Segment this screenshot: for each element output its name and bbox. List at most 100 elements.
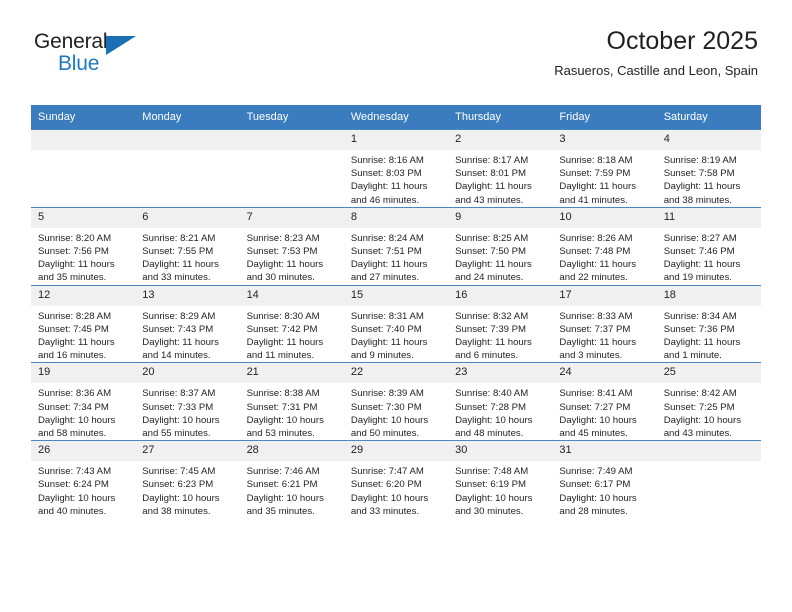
logo-text-general: General — [34, 30, 108, 53]
day-number: 22 — [343, 363, 449, 384]
calendar-day-cell[interactable]: 24 Sunrise: 8:41 AM Sunset: 7:27 PM Dayligh… — [552, 362, 657, 441]
daylight-text-line2: and 40 minutes. — [38, 505, 107, 517]
calendar-day-cell[interactable]: 10 Sunrise: 8:26 AM Sunset: 7:48 PM Dayligh… — [552, 206, 657, 286]
sunset-text: Sunset: 7:48 PM — [559, 246, 631, 258]
sunrise-text: Sunrise: 8:19 AM — [663, 155, 737, 166]
calendar-day-cell[interactable]: 25 Sunrise: 8:42 AM Sunset: 7:25 PM Dayligh… — [656, 362, 761, 441]
calendar-day-cell[interactable]: 19 Sunrise: 8:36 AM Sunset: 7:34 PM Dayligh… — [31, 362, 136, 441]
sunrise-text: Sunrise: 8:26 AM — [559, 232, 633, 244]
calendar-day-cell[interactable]: 27 Sunrise: 7:45 AM Sunset: 6:23 PM Dayligh… — [135, 440, 240, 519]
calendar-day-cell[interactable]: 2 Sunrise: 8:17 AM Sunset: 8:01 PM Daylight… — [448, 129, 553, 208]
day-number: 31 — [552, 441, 657, 462]
daylight-text-line1: Daylight: 10 hours — [455, 414, 533, 426]
calendar-day-cell[interactable]: 22 Sunrise: 8:39 AM Sunset: 7:30 PM Dayligh… — [343, 362, 449, 441]
calendar-day-cell[interactable]: 11 Sunrise: 8:27 AM Sunset: 7:46 PM Dayligh… — [656, 206, 761, 286]
sunset-text: Sunset: 6:21 PM — [246, 479, 318, 491]
sunrise-text: Sunrise: 7:46 AM — [246, 466, 320, 478]
sunrise-text: Sunrise: 8:18 AM — [559, 155, 633, 166]
sunset-text: Sunset: 7:58 PM — [663, 168, 735, 180]
sunset-text: Sunset: 6:20 PM — [350, 479, 422, 491]
day-details: Sunrise: 8:16 AM Sunset: 8:03 PM Daylight:… — [344, 150, 448, 207]
calendar-page: General Blue October 2025 Rasueros, Cast… — [0, 0, 792, 612]
logo-triangle-icon — [106, 36, 136, 55]
calendar-day-cell[interactable]: 20 Sunrise: 8:37 AM Sunset: 7:33 PM Dayligh… — [135, 362, 240, 441]
daylight-text-line2: and 35 minutes. — [246, 505, 315, 517]
calendar-day-cell[interactable]: 8 Sunrise: 8:24 AM Sunset: 7:51 PM Daylight… — [343, 206, 449, 286]
day-number: 4 — [656, 130, 761, 150]
calendar-day-cell[interactable]: 1 Sunrise: 8:16 AM Sunset: 8:03 PM Daylight… — [343, 129, 449, 208]
calendar-day-cell[interactable]: 3 Sunrise: 8:18 AM Sunset: 7:59 PM Daylight… — [552, 129, 657, 208]
general-blue-logo[interactable]: General Blue — [34, 30, 154, 78]
calendar-day-cell[interactable]: 18 Sunrise: 8:34 AM Sunset: 7:36 PM Dayligh… — [656, 284, 761, 363]
title-block: October 2025 Rasueros, Castille and Leon… — [554, 26, 758, 80]
day-number: 26 — [31, 441, 136, 462]
day-details: Sunrise: 8:41 AM Sunset: 7:27 PM Daylight:… — [552, 383, 656, 440]
daylight-text-line1: Daylight: 11 hours — [455, 337, 532, 349]
day-details: Sunrise: 8:32 AM Sunset: 7:39 PM Daylight:… — [448, 306, 552, 363]
calendar-day-cell[interactable]: 15 Sunrise: 8:31 AM Sunset: 7:40 PM Dayligh… — [343, 284, 449, 363]
calendar-day-cell[interactable]: 13 Sunrise: 8:29 AM Sunset: 7:43 PM Dayligh… — [135, 284, 240, 363]
calendar-day-cell[interactable]: 7 Sunrise: 8:23 AM Sunset: 7:53 PM Daylight… — [239, 206, 344, 286]
daylight-text-line1: Daylight: 10 hours — [142, 492, 220, 504]
daylight-text-line1: Daylight: 11 hours — [663, 337, 741, 349]
daylight-text-line1: Daylight: 11 hours — [455, 259, 532, 271]
day-number: 27 — [135, 441, 240, 462]
day-number: 17 — [552, 285, 657, 306]
daylight-text-line1: Daylight: 10 hours — [350, 414, 429, 426]
daylight-text-line2: and 55 minutes. — [142, 428, 211, 440]
sunset-text: Sunset: 6:19 PM — [455, 479, 527, 491]
calendar-day-cell[interactable]: 16 Sunrise: 8:32 AM Sunset: 7:39 PM Dayligh… — [448, 284, 553, 363]
calendar-day-cell[interactable]: 31 Sunrise: 7:49 AM Sunset: 6:17 PM Dayligh… — [552, 440, 657, 519]
sunset-text: Sunset: 8:01 PM — [455, 168, 527, 180]
day-number: 18 — [656, 285, 761, 306]
calendar-day-cell[interactable]: 23 Sunrise: 8:40 AM Sunset: 7:28 PM Dayligh… — [448, 362, 553, 441]
day-number: 28 — [239, 441, 344, 462]
calendar-day-cell[interactable]: 17 Sunrise: 8:33 AM Sunset: 7:37 PM Dayligh… — [552, 284, 657, 363]
day-details: Sunrise: 8:27 AM Sunset: 7:46 PM Daylight:… — [657, 228, 761, 285]
day-details: Sunrise: 8:24 AM Sunset: 7:51 PM Daylight:… — [344, 228, 448, 285]
sunrise-text: Sunrise: 8:40 AM — [455, 388, 529, 400]
sunset-text: Sunset: 7:56 PM — [38, 246, 109, 258]
day-details: Sunrise: 8:25 AM Sunset: 7:50 PM Daylight:… — [448, 228, 552, 285]
daylight-text-line1: Daylight: 11 hours — [663, 259, 741, 271]
sunrise-text: Sunrise: 7:47 AM — [350, 466, 424, 478]
calendar-day-cell[interactable]: 14 Sunrise: 8:30 AM Sunset: 7:42 PM Dayligh… — [239, 284, 344, 363]
calendar-day-cell-empty — [656, 440, 761, 519]
weekday-header-monday: Monday — [135, 105, 240, 130]
day-details: Sunrise: 8:40 AM Sunset: 7:28 PM Daylight:… — [448, 383, 552, 440]
calendar-day-cell[interactable]: 29 Sunrise: 7:47 AM Sunset: 6:20 PM Dayligh… — [343, 440, 449, 519]
day-number: 12 — [31, 285, 136, 306]
weekday-header-tuesday: Tuesday — [239, 105, 344, 130]
daylight-text-line1: Daylight: 11 hours — [246, 259, 324, 271]
calendar-day-cell[interactable]: 4 Sunrise: 8:19 AM Sunset: 7:58 PM Daylight… — [656, 129, 761, 208]
daylight-text-line2: and 33 minutes. — [350, 505, 420, 517]
weekday-header-thursday: Thursday — [448, 105, 553, 130]
daylight-text-line1: Daylight: 11 hours — [38, 259, 115, 271]
sunrise-text: Sunrise: 8:42 AM — [663, 388, 737, 400]
daylight-text-line1: Daylight: 11 hours — [38, 337, 115, 349]
day-number: 11 — [656, 207, 761, 228]
daylight-text-line2: and 45 minutes. — [559, 428, 628, 440]
calendar-day-cell[interactable]: 6 Sunrise: 8:21 AM Sunset: 7:55 PM Daylight… — [135, 206, 240, 286]
calendar-day-cell[interactable]: 21 Sunrise: 8:38 AM Sunset: 7:31 PM Dayligh… — [239, 362, 344, 441]
calendar-week-row: 12 Sunrise: 8:28 AM Sunset: 7:45 PM Dayligh… — [31, 284, 761, 363]
sunset-text: Sunset: 6:23 PM — [142, 479, 214, 491]
day-number — [135, 130, 240, 150]
day-details: Sunrise: 7:45 AM Sunset: 6:23 PM Daylight:… — [135, 461, 239, 518]
sunrise-text: Sunrise: 8:23 AM — [246, 232, 320, 244]
calendar-day-cell[interactable]: 5 Sunrise: 8:20 AM Sunset: 7:56 PM Daylight… — [31, 206, 136, 286]
calendar-day-cell[interactable]: 30 Sunrise: 7:48 AM Sunset: 6:19 PM Dayligh… — [448, 440, 553, 519]
daylight-text-line2: and 30 minutes. — [246, 272, 315, 284]
sunset-text: Sunset: 7:42 PM — [246, 323, 318, 335]
calendar-day-cell[interactable]: 12 Sunrise: 8:28 AM Sunset: 7:45 PM Dayligh… — [31, 284, 136, 363]
sunset-text: Sunset: 7:40 PM — [350, 323, 422, 335]
day-number: 14 — [239, 285, 344, 306]
daylight-text-line2: and 35 minutes. — [38, 272, 107, 284]
calendar-day-cell[interactable]: 28 Sunrise: 7:46 AM Sunset: 6:21 PM Dayligh… — [239, 440, 344, 519]
daylight-text-line1: Daylight: 10 hours — [455, 492, 533, 504]
calendar-day-cell[interactable]: 26 Sunrise: 7:43 AM Sunset: 6:24 PM Dayligh… — [31, 440, 136, 519]
weekday-header-friday: Friday — [552, 105, 657, 130]
calendar-day-cell[interactable]: 9 Sunrise: 8:25 AM Sunset: 7:50 PM Daylight… — [448, 206, 553, 286]
daylight-text-line1: Daylight: 11 hours — [350, 337, 428, 349]
sunset-text: Sunset: 7:25 PM — [663, 401, 735, 413]
